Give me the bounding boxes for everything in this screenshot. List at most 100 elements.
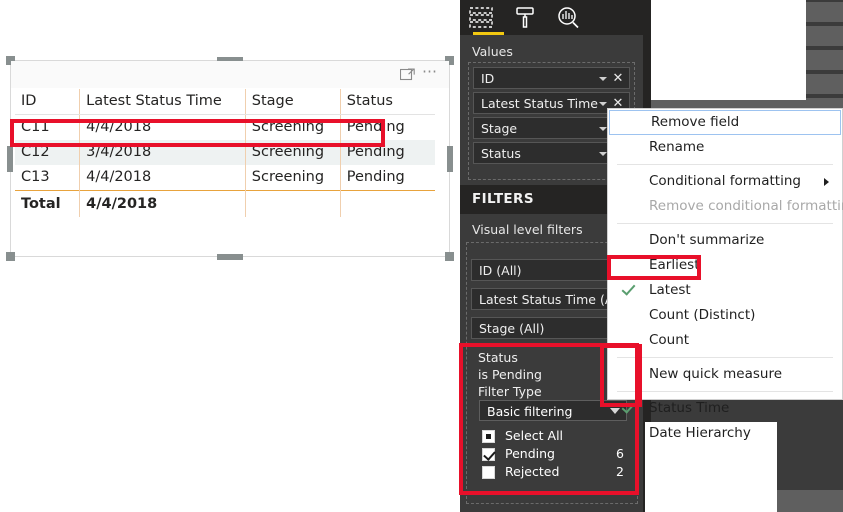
checkbox-unchecked-icon[interactable] xyxy=(482,466,495,479)
chevron-down-icon[interactable] xyxy=(599,102,607,106)
menu-separator xyxy=(617,223,833,224)
total-label: Total xyxy=(15,190,80,217)
menu-item-label: Count (Distinct) xyxy=(649,307,756,323)
cell-time: 4/4/2018 xyxy=(79,165,246,191)
resize-handle-middle-right[interactable] xyxy=(447,146,453,172)
menu-item-dont-summarize[interactable]: Don't summarize xyxy=(608,228,842,253)
cell-id: C11 xyxy=(21,119,50,135)
filter-card-label: Latest Status Time (All) xyxy=(479,292,626,307)
menu-item-label: Earliest xyxy=(649,257,700,273)
menu-item-date-hierarchy[interactable]: Date Hierarchy xyxy=(608,421,842,446)
menu-item-earliest[interactable]: Earliest xyxy=(608,253,842,278)
menu-separator xyxy=(617,164,833,165)
column-header-latest-status-time[interactable]: Latest Status Time xyxy=(79,89,246,115)
menu-separator xyxy=(617,357,833,358)
menu-item-count-distinct[interactable]: Count (Distinct) xyxy=(608,303,842,328)
filter-condition: is Pending xyxy=(478,367,542,382)
filter-type-dropdown[interactable]: Basic filtering xyxy=(479,400,627,421)
menu-item-label: Remove field xyxy=(651,114,740,130)
chevron-down-icon[interactable] xyxy=(599,127,607,131)
table-total-row: Total 4/4/2018 xyxy=(15,190,435,217)
checkbox-partial-icon[interactable] xyxy=(482,430,495,443)
cell-stage: Screening xyxy=(244,114,341,140)
table-visual[interactable]: ⋯ ID Latest Status Time Stage Status C11… xyxy=(6,56,454,261)
table-header-row: ID Latest Status Time Stage Status xyxy=(15,89,435,115)
check-icon xyxy=(621,283,633,295)
menu-item-latest[interactable]: Latest xyxy=(608,278,842,303)
column-header-stage[interactable]: Stage xyxy=(244,89,341,115)
filter-type-label: Filter Type xyxy=(478,384,542,399)
field-context-menu[interactable]: Remove field Rename Conditional formatti… xyxy=(607,108,843,441)
menu-item-label: Conditional formatting xyxy=(649,173,801,189)
power-bi-screenshot: ⋯ ID Latest Status Time Stage Status C11… xyxy=(0,0,843,512)
field-chip-label: ID xyxy=(481,71,495,86)
more-options-icon[interactable]: ⋯ xyxy=(422,64,440,82)
menu-item-label: Latest xyxy=(649,282,691,298)
table-row[interactable]: C11 4/4/2018 Screening Pending xyxy=(15,114,435,140)
filter-card-label: ID (All) xyxy=(479,263,522,278)
cell-id: C13 xyxy=(21,169,50,185)
obscured-text-sliver xyxy=(660,92,800,102)
filter-option-label: Rejected xyxy=(505,464,560,479)
table-row[interactable]: C12 3/4/2018 Screening Pending xyxy=(15,140,435,165)
menu-item-label: New quick measure xyxy=(649,366,783,382)
cell-time: 3/4/2018 xyxy=(79,140,246,165)
chevron-down-icon[interactable] xyxy=(599,152,607,156)
cell-status: Pending xyxy=(339,165,435,191)
visual-level-filters-label: Visual level filters xyxy=(472,222,583,237)
resize-handle-bottom-center[interactable] xyxy=(217,254,243,260)
menu-item-rename[interactable]: Rename xyxy=(608,135,842,160)
filter-option-label: Select All xyxy=(505,428,564,443)
menu-item-conditional-formatting[interactable]: Conditional formatting xyxy=(608,169,842,194)
menu-item-label: Status Time xyxy=(649,400,730,416)
column-header-id[interactable]: ID xyxy=(15,89,80,115)
column-header-status[interactable]: Status xyxy=(339,89,435,115)
format-paint-roller-icon[interactable] xyxy=(512,5,552,31)
field-chip-label: Status xyxy=(481,146,521,161)
filter-option-rejected[interactable]: Rejected 2 xyxy=(479,464,629,481)
field-chip-label: Latest Status Time xyxy=(481,96,598,111)
data-table: ID Latest Status Time Stage Status C11 4… xyxy=(15,89,435,217)
menu-item-new-quick-measure[interactable]: New quick measure xyxy=(608,362,842,387)
filter-field-name: Status xyxy=(478,350,518,365)
menu-item-label: Date Hierarchy xyxy=(649,425,751,441)
resize-handle-bottom-right[interactable] xyxy=(445,252,454,261)
visualizations-tabbar xyxy=(460,0,643,35)
visual-header: ⋯ xyxy=(11,61,449,88)
menu-item-status-time[interactable]: Status Time xyxy=(608,396,842,421)
resize-handle-bottom-left[interactable] xyxy=(6,252,15,261)
analytics-magnifier-icon[interactable] xyxy=(556,5,596,31)
check-icon xyxy=(621,401,633,413)
menu-item-label: Rename xyxy=(649,139,705,155)
total-status xyxy=(339,190,435,217)
menu-item-count[interactable]: Count xyxy=(608,328,842,353)
cell-status: Pending xyxy=(339,140,435,165)
checkbox-checked-icon[interactable] xyxy=(482,448,495,461)
filter-option-label: Pending xyxy=(505,446,555,461)
white-popup-top xyxy=(651,0,806,100)
menu-item-remove-field[interactable]: Remove field xyxy=(609,110,841,135)
filters-title: FILTERS xyxy=(472,191,534,207)
filter-option-select-all[interactable]: Select All xyxy=(479,428,629,445)
field-chip-label: Stage xyxy=(481,121,518,136)
menu-item-label: Count xyxy=(649,332,690,348)
fields-icon[interactable] xyxy=(468,5,508,35)
cell-status: Pending xyxy=(339,114,435,140)
cell-stage: Screening xyxy=(244,140,341,165)
values-section-label: Values xyxy=(472,44,513,59)
chevron-right-icon xyxy=(824,178,829,186)
field-chip-id[interactable]: ID ✕ xyxy=(473,67,630,89)
close-icon[interactable]: ✕ xyxy=(610,70,626,87)
filter-option-count: 6 xyxy=(616,446,624,461)
menu-item-remove-conditional-formatting: Remove conditional formatting xyxy=(608,194,843,219)
filter-type-value: Basic filtering xyxy=(487,404,573,419)
report-canvas: ⋯ ID Latest Status Time Stage Status C11… xyxy=(0,0,460,512)
total-stage xyxy=(244,190,341,217)
resize-handle-middle-left[interactable] xyxy=(7,146,13,172)
filter-option-pending[interactable]: Pending 6 xyxy=(479,446,629,463)
cell-time: 4/4/2018 xyxy=(79,114,246,140)
focus-mode-icon[interactable] xyxy=(399,68,415,81)
table-row[interactable]: C13 4/4/2018 Screening Pending xyxy=(15,165,435,191)
chevron-down-icon[interactable] xyxy=(599,77,607,81)
filter-card-label: Stage (All) xyxy=(479,321,545,336)
